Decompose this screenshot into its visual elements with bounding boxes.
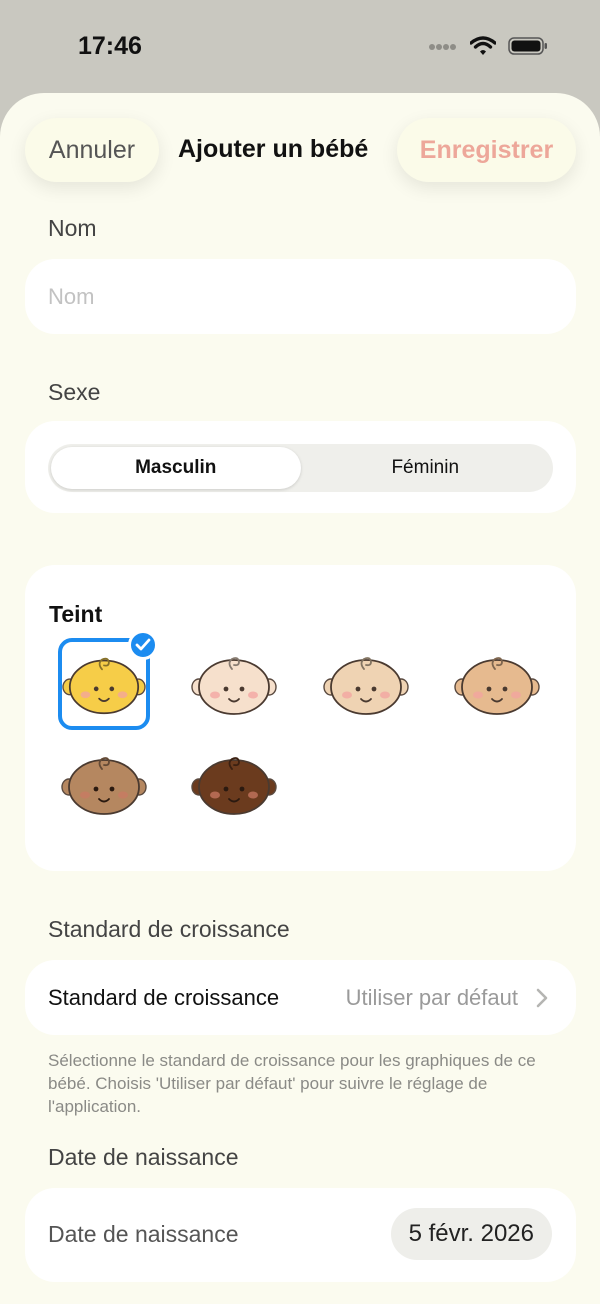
- skin-tone-option[interactable]: [58, 630, 158, 730]
- wifi-icon: [469, 35, 497, 61]
- growth-standard-value: Utiliser par défaut: [345, 984, 518, 1010]
- baby-face-icon: [454, 657, 540, 715]
- skin-tone-option[interactable]: [188, 738, 280, 830]
- sex-option-female[interactable]: Féminin: [301, 447, 551, 489]
- checkmark-icon: [128, 630, 158, 660]
- sex-segmented-control: Masculin Féminin: [48, 444, 553, 492]
- skin-tone-option[interactable]: [451, 638, 543, 730]
- growth-standard-label: Standard de croissance: [48, 984, 280, 1010]
- signal-icon: [428, 39, 458, 58]
- skin-tone-card: Teint: [25, 565, 576, 871]
- chevron-right-icon: [536, 988, 548, 1013]
- growth-standard-row[interactable]: Standard de croissance Utiliser par défa…: [25, 960, 576, 1035]
- add-baby-sheet: Annuler Ajouter un bébé Enregistrer Nom …: [0, 93, 600, 1304]
- name-input[interactable]: [48, 277, 548, 317]
- baby-face-icon: [323, 657, 409, 715]
- status-icons: [428, 35, 548, 61]
- status-time: 17:46: [78, 32, 142, 60]
- name-section-label: Nom: [48, 215, 97, 241]
- skin-tone-option[interactable]: [58, 738, 150, 830]
- status-bar: 17:46: [0, 0, 600, 95]
- growth-section-label: Standard de croissance: [48, 916, 290, 942]
- birth-section-label: Date de naissance: [48, 1144, 239, 1170]
- birth-date-picker[interactable]: 5 févr. 2026: [390, 1208, 552, 1260]
- save-button[interactable]: Enregistrer: [397, 118, 576, 182]
- growth-standard-helper: Sélectionne le standard de croissance po…: [48, 1051, 536, 1116]
- page-title: Ajouter un bébé: [178, 135, 369, 163]
- battery-icon: [508, 36, 548, 61]
- birth-date-row: Date de naissance 5 févr. 2026: [25, 1188, 576, 1282]
- name-card: [25, 259, 576, 334]
- baby-face-icon: [191, 657, 277, 715]
- skin-tone-option[interactable]: [188, 638, 280, 730]
- sex-section-label: Sexe: [48, 379, 101, 405]
- birth-date-label: Date de naissance: [48, 1221, 239, 1247]
- baby-face-icon: [191, 757, 277, 815]
- sex-card: Masculin Féminin: [25, 421, 576, 513]
- cancel-button[interactable]: Annuler: [25, 118, 159, 182]
- skin-tone-title: Teint: [49, 601, 103, 627]
- baby-face-icon: [61, 757, 147, 815]
- skin-tone-option[interactable]: [320, 638, 412, 730]
- baby-face-icon: [62, 657, 146, 715]
- sex-option-male[interactable]: Masculin: [51, 447, 301, 489]
